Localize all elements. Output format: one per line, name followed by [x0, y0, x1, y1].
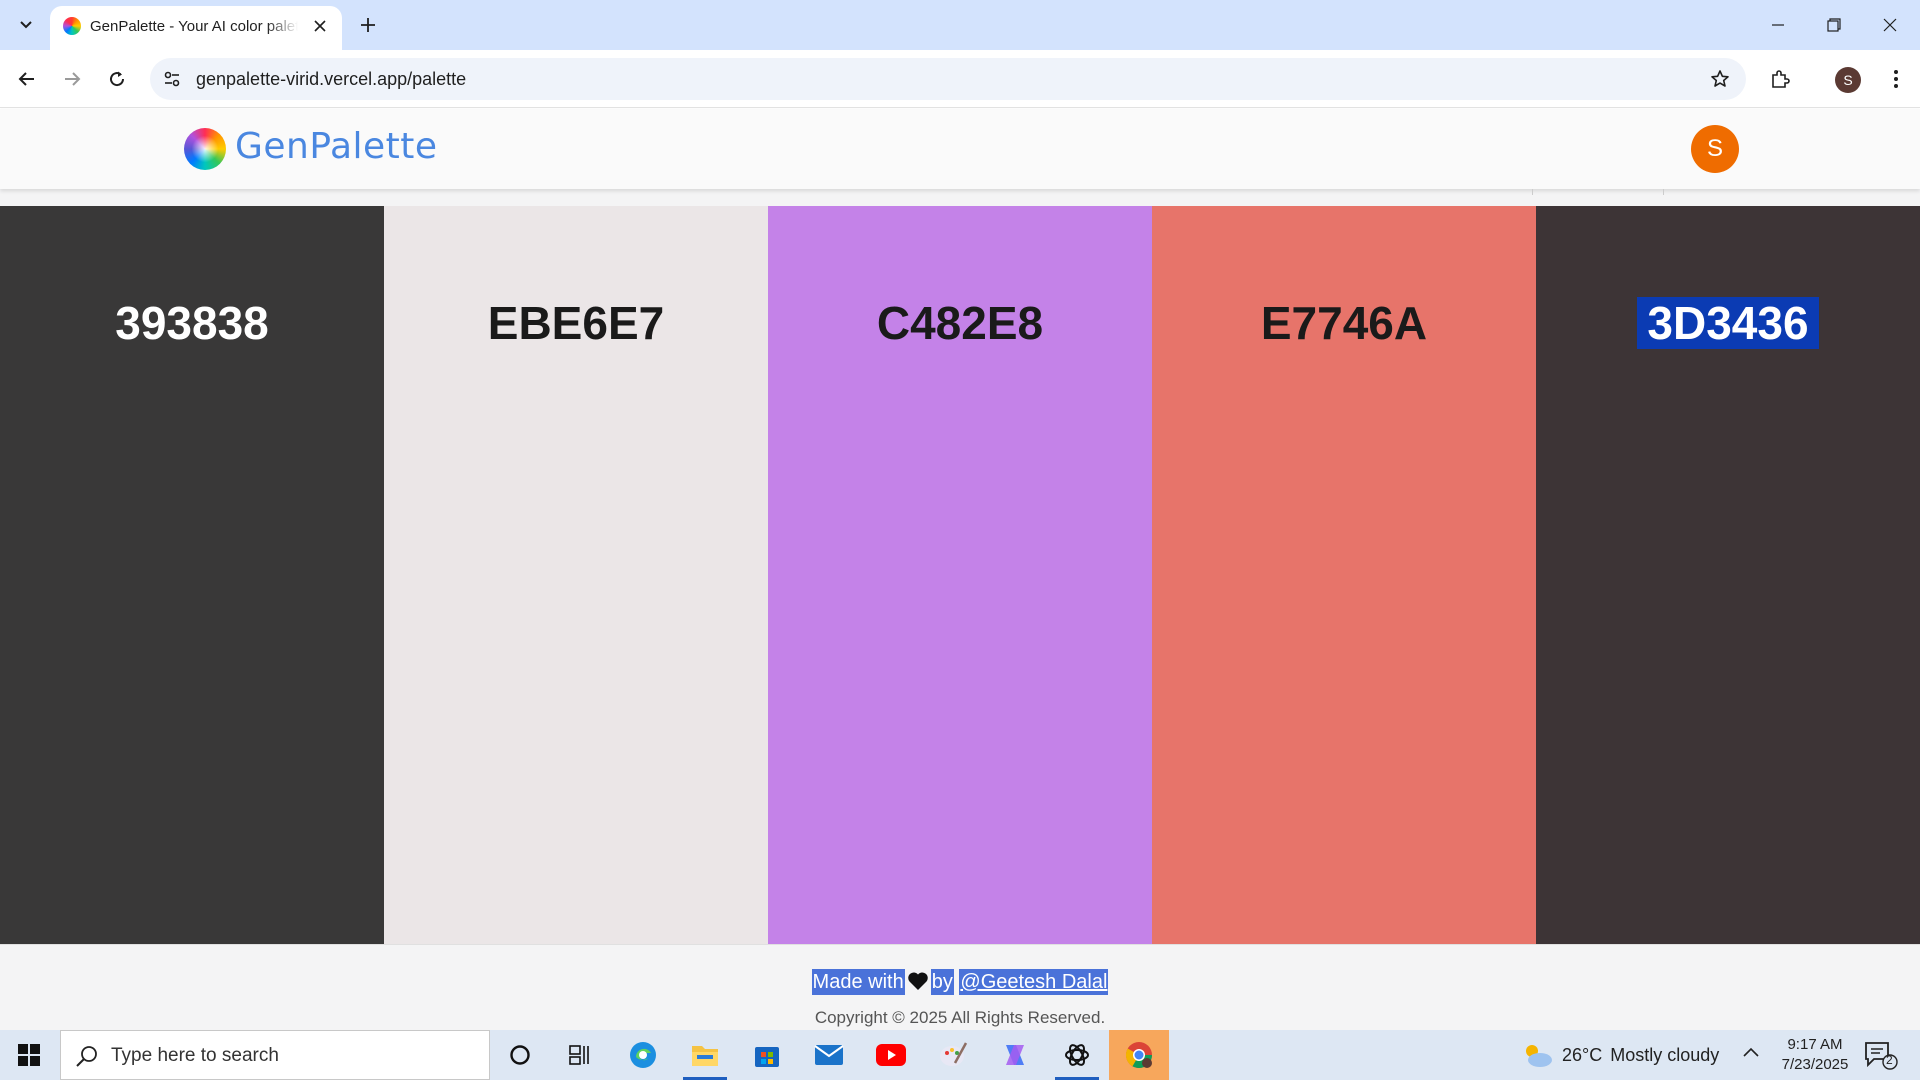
close-window-button[interactable] [1862, 0, 1918, 50]
plus-icon [361, 18, 375, 32]
restore-button[interactable] [1806, 0, 1862, 50]
cortana-icon [510, 1045, 530, 1065]
by-label: by [930, 969, 954, 995]
color-swatch[interactable]: 3D3436 [1536, 206, 1920, 944]
site-header: GenPalette S [0, 109, 1920, 189]
user-avatar[interactable]: S [1691, 125, 1739, 173]
copyright-text: Copyright © 2025 All Rights Reserved. [814, 1008, 1106, 1027]
new-tab-button[interactable] [352, 9, 384, 41]
color-swatch[interactable]: C482E8 [768, 206, 1152, 944]
color-code[interactable]: E7746A [1152, 296, 1536, 350]
site-info-icon[interactable] [160, 67, 184, 91]
reload-icon [110, 71, 125, 87]
browser-profile-avatar[interactable]: S [1835, 67, 1861, 93]
browser-menu-button[interactable] [1880, 63, 1912, 95]
made-with-text: Made with by @Geetesh Dalal [0, 969, 1920, 995]
chatgpt-taskbar-icon[interactable] [1047, 1030, 1107, 1080]
made-with-label: Made with [811, 969, 905, 995]
more-vert-icon [1894, 70, 1898, 88]
file-explorer-taskbar-icon[interactable] [675, 1030, 735, 1080]
minimize-button[interactable] [1750, 0, 1806, 50]
color-code[interactable]: 393838 [0, 296, 384, 350]
color-code[interactable]: C482E8 [768, 296, 1152, 350]
copilot-taskbar-icon[interactable] [985, 1030, 1045, 1080]
url-text[interactable]: genpalette-virid.vercel.app/palette [196, 69, 466, 90]
arrow-right-icon [65, 72, 81, 86]
divider [1532, 189, 1533, 195]
browser-toolbar: genpalette-virid.vercel.app/palette S [0, 50, 1920, 108]
color-swatch[interactable]: EBE6E7 [384, 206, 768, 944]
color-code[interactable]: 3D3436 [1536, 296, 1920, 350]
clock-date: 7/23/2025 [1781, 1056, 1849, 1073]
chatgpt-icon [1065, 1044, 1089, 1066]
weather-temp: 26°C [1562, 1044, 1603, 1065]
heart-icon [907, 972, 928, 990]
edge-icon [630, 1042, 656, 1068]
store-icon [755, 1047, 779, 1067]
star-icon [1711, 70, 1729, 87]
address-bar[interactable]: genpalette-virid.vercel.app/palette [150, 58, 1746, 100]
tab-genpalette[interactable]: GenPalette - Your AI color palette gener… [50, 6, 342, 50]
system-clock[interactable]: 9:17 AM 7/23/2025 [1770, 1035, 1860, 1075]
clock-time: 9:17 AM [1787, 1036, 1843, 1053]
notification-center-button[interactable]: 2 [1862, 1040, 1902, 1072]
folder-icon [692, 1046, 718, 1066]
logo-icon[interactable] [184, 128, 226, 170]
chrome-taskbar-icon[interactable] [1109, 1030, 1169, 1080]
page-content: GenPalette S 393838 EBE6E7 C482E8 E7746A… [0, 109, 1920, 1030]
palette: 393838 EBE6E7 C482E8 E7746A 3D3436 [0, 206, 1920, 944]
edge-taskbar-icon[interactable] [613, 1030, 673, 1080]
search-icon [76, 1046, 97, 1067]
arrow-left-icon [18, 72, 34, 86]
paint-taskbar-icon[interactable] [923, 1030, 983, 1080]
close-icon [1883, 18, 1897, 32]
close-icon [314, 20, 326, 32]
tab-close-button[interactable] [308, 14, 332, 38]
author-link[interactable]: @Geetesh Dalal [959, 969, 1109, 995]
back-button[interactable] [11, 63, 43, 95]
show-hidden-icons-button[interactable] [1742, 1043, 1760, 1068]
divider [1663, 189, 1664, 195]
puzzle-icon [1772, 70, 1790, 88]
youtube-icon [876, 1044, 906, 1066]
windows-logo-icon [18, 1044, 40, 1066]
windows-taskbar: Type here to search 26°C Mostly cloudy 9… [0, 1030, 1920, 1080]
favicon-icon [63, 17, 81, 35]
chevron-up-icon [1743, 1047, 1759, 1057]
site-footer: Made with by @Geetesh Dalal Copyright © 2… [0, 944, 1920, 1030]
mail-icon [814, 1045, 844, 1065]
chrome-icon [1125, 1042, 1153, 1069]
restore-icon [1827, 18, 1841, 32]
cortana-button[interactable] [490, 1030, 550, 1080]
notification-count: 2 [1886, 1053, 1893, 1067]
tab-search-button[interactable] [10, 9, 42, 41]
store-taskbar-icon[interactable] [737, 1030, 797, 1080]
paint-palette-icon [940, 1042, 968, 1066]
mail-taskbar-icon[interactable] [799, 1030, 859, 1080]
cloudy-weather-icon [1526, 1045, 1552, 1067]
task-view-button[interactable] [550, 1030, 610, 1080]
taskbar-search-box[interactable]: Type here to search [60, 1030, 490, 1080]
minimize-icon [1772, 24, 1784, 26]
color-swatch[interactable]: E7746A [1152, 206, 1536, 944]
weather-widget[interactable]: 26°C Mostly cloudy [1520, 1030, 1719, 1080]
search-placeholder: Type here to search [111, 1045, 279, 1066]
extensions-button[interactable] [1764, 63, 1796, 95]
color-code[interactable]: EBE6E7 [384, 296, 768, 350]
browser-tab-strip: GenPalette - Your AI color palette gener… [0, 0, 1920, 50]
task-view-icon [569, 1045, 589, 1065]
chevron-down-icon [20, 21, 32, 29]
forward-button[interactable] [56, 63, 88, 95]
bookmark-star-button[interactable] [1708, 67, 1732, 91]
logo-text[interactable]: GenPalette [235, 126, 438, 167]
weather-description: Mostly cloudy [1610, 1044, 1720, 1065]
tab-title: GenPalette - Your AI color palette gener… [90, 18, 298, 35]
start-button[interactable] [0, 1030, 58, 1080]
reload-button[interactable] [101, 63, 133, 95]
copilot-icon [1006, 1045, 1024, 1065]
youtube-taskbar-icon[interactable] [861, 1030, 921, 1080]
color-swatch[interactable]: 393838 [0, 206, 384, 944]
